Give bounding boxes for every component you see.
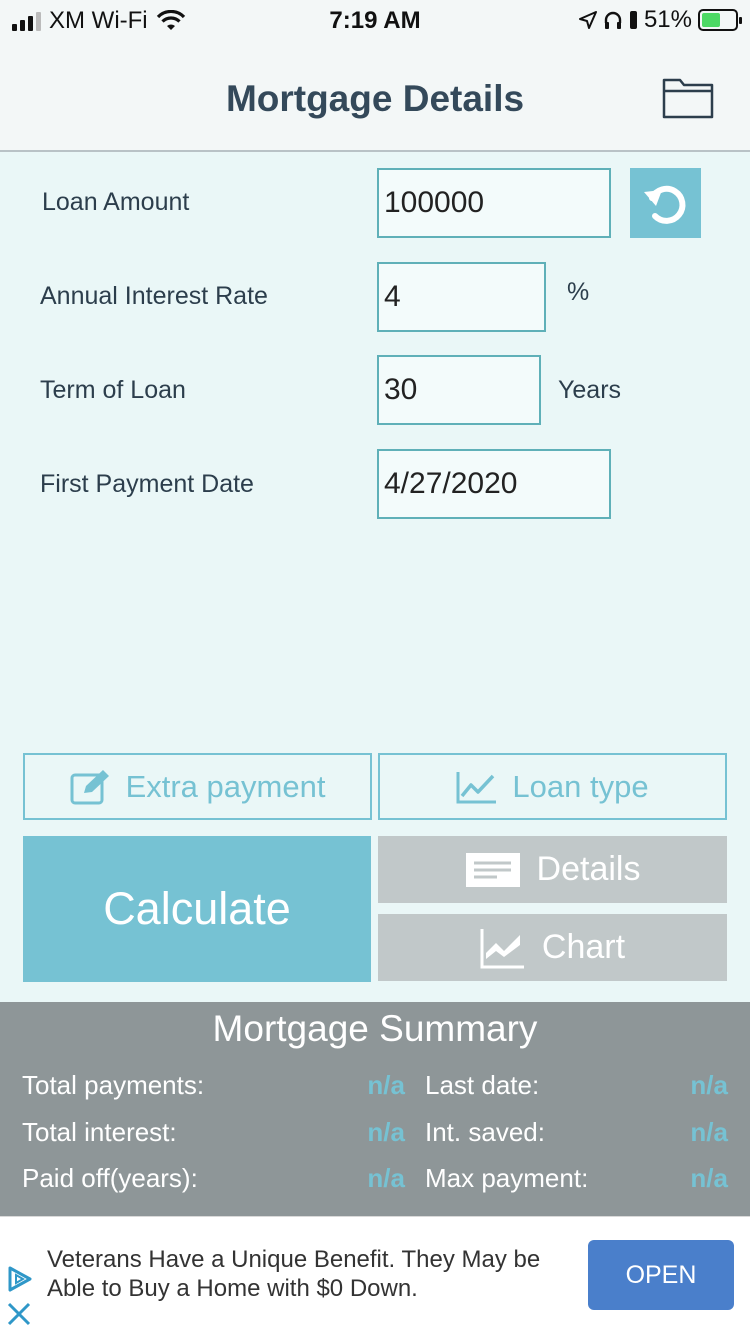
ad-choices-icon[interactable] [6,1265,34,1293]
term-unit: Years [558,376,622,404]
term-label: Term of Loan [40,376,186,404]
chart-button[interactable]: Chart [378,914,727,981]
int-saved-value: n/a [690,1117,728,1147]
location-arrow-icon [578,11,597,29]
last-date-label: Last date: [425,1070,540,1100]
page-title: Mortgage Details [225,78,525,119]
loan-type-button[interactable]: Loan type [378,753,727,820]
open-folder-button[interactable] [662,75,714,119]
area-chart-icon [480,928,524,968]
loan-type-label: Loan type [512,768,649,804]
reset-icon [643,185,685,224]
reset-button[interactable] [630,168,701,238]
total-payments-label: Total payments: [22,1070,205,1100]
header: Mortgage Details [0,40,750,152]
max-payment-value: n/a [690,1163,728,1193]
battery-percent: 51% [643,6,692,33]
total-interest-label: Total interest: [22,1117,177,1147]
summary-title: Mortgage Summary [212,1008,538,1049]
loan-amount-input[interactable]: 100000 [377,168,611,238]
extra-payment-button[interactable]: Extra payment [23,753,372,820]
mortgage-summary-panel: Mortgage Summary Total payments: n/a Las… [0,1002,750,1216]
battery-icon [698,9,742,31]
folder-icon [662,78,714,119]
total-payments-value: n/a [367,1070,405,1100]
first-payment-label: First Payment Date [40,470,254,498]
orientation-lock-icon [629,11,637,29]
first-payment-input[interactable]: 4/27/2020 [377,449,611,519]
status-right: 51% [578,6,742,34]
total-interest-value: n/a [367,1117,405,1147]
ad-close-icon[interactable] [6,1301,32,1327]
interest-rate-label: Annual Interest Rate [40,282,268,310]
paid-off-value: n/a [367,1163,405,1193]
interest-rate-input[interactable]: 4 [377,262,546,332]
chart-label: Chart [541,928,626,966]
interest-unit: % [567,278,590,306]
details-label: Details [536,850,641,888]
extra-payment-label: Extra payment [125,768,326,804]
paid-off-label: Paid off(years): [22,1163,198,1193]
calculate-button[interactable]: Calculate [23,836,371,982]
headphones-icon [604,11,622,29]
ad-text[interactable]: Veterans Have a Unique Benefit. They May… [47,1245,567,1303]
line-chart-icon [456,771,497,803]
ad-banner[interactable]: Veterans Have a Unique Benefit. They May… [0,1216,750,1334]
ad-open-button[interactable]: OPEN [588,1240,734,1310]
loan-amount-label: Loan Amount [42,188,190,216]
term-input[interactable]: 30 [377,355,541,425]
int-saved-label: Int. saved: [425,1117,545,1147]
details-button[interactable]: Details [378,836,727,903]
max-payment-label: Max payment: [425,1163,589,1193]
status-bar: XM Wi-Fi 7:19 AM 51% [0,0,750,40]
edit-icon [70,769,109,804]
list-icon [465,852,520,887]
last-date-value: n/a [690,1070,728,1100]
